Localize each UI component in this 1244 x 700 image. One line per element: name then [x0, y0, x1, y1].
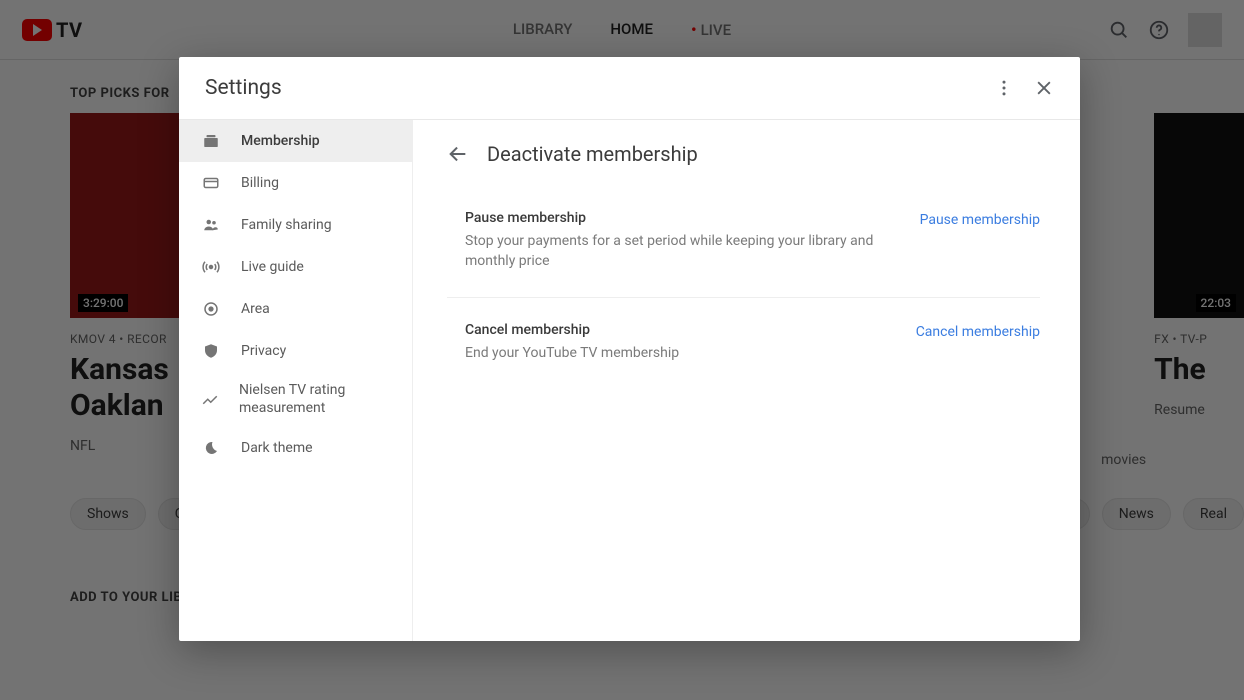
membership-icon [201, 132, 221, 150]
sidebar-item-label: Live guide [241, 259, 304, 275]
sidebar-item-label: Membership [241, 133, 320, 149]
more-icon[interactable] [984, 68, 1024, 108]
settings-modal: Settings Membership Billing Family shari… [179, 57, 1080, 641]
pause-membership-row: Pause membership Stop your payments for … [447, 210, 1040, 298]
modal-header: Settings [179, 57, 1080, 120]
credit-card-icon [201, 174, 221, 192]
cancel-heading: Cancel membership [465, 322, 679, 338]
close-icon[interactable] [1024, 68, 1064, 108]
modal-content: Deactivate membership Pause membership S… [413, 120, 1080, 641]
sidebar-item-membership[interactable]: Membership [179, 120, 412, 162]
modal-title: Settings [205, 76, 282, 100]
settings-sidebar: Membership Billing Family sharing Live g… [179, 120, 413, 641]
cancel-membership-link[interactable]: Cancel membership [916, 324, 1040, 340]
chart-icon [201, 391, 219, 409]
sidebar-item-area[interactable]: Area [179, 288, 412, 330]
shield-icon [201, 342, 221, 360]
sidebar-item-label: Privacy [241, 343, 286, 359]
broadcast-icon [201, 258, 221, 276]
sidebar-item-nielsen[interactable]: Nielsen TV rating measurement [179, 372, 412, 427]
sidebar-item-label: Area [241, 301, 270, 317]
sidebar-item-privacy[interactable]: Privacy [179, 330, 412, 372]
moon-icon [201, 439, 221, 457]
sidebar-item-label: Family sharing [241, 217, 332, 233]
sidebar-item-label: Billing [241, 175, 279, 191]
sidebar-item-family-sharing[interactable]: Family sharing [179, 204, 412, 246]
location-icon [201, 300, 221, 318]
pause-membership-link[interactable]: Pause membership [920, 212, 1040, 228]
sidebar-item-live-guide[interactable]: Live guide [179, 246, 412, 288]
cancel-description: End your YouTube TV membership [465, 344, 679, 364]
back-icon[interactable] [447, 143, 469, 165]
content-title: Deactivate membership [487, 142, 698, 166]
people-icon [201, 216, 221, 234]
pause-heading: Pause membership [465, 210, 885, 226]
cancel-membership-row: Cancel membership End your YouTube TV me… [447, 298, 1040, 390]
sidebar-item-dark-theme[interactable]: Dark theme [179, 427, 412, 469]
pause-description: Stop your payments for a set period whil… [465, 232, 885, 271]
sidebar-item-billing[interactable]: Billing [179, 162, 412, 204]
sidebar-item-label: Nielsen TV rating measurement [239, 382, 390, 417]
sidebar-item-label: Dark theme [241, 440, 313, 456]
